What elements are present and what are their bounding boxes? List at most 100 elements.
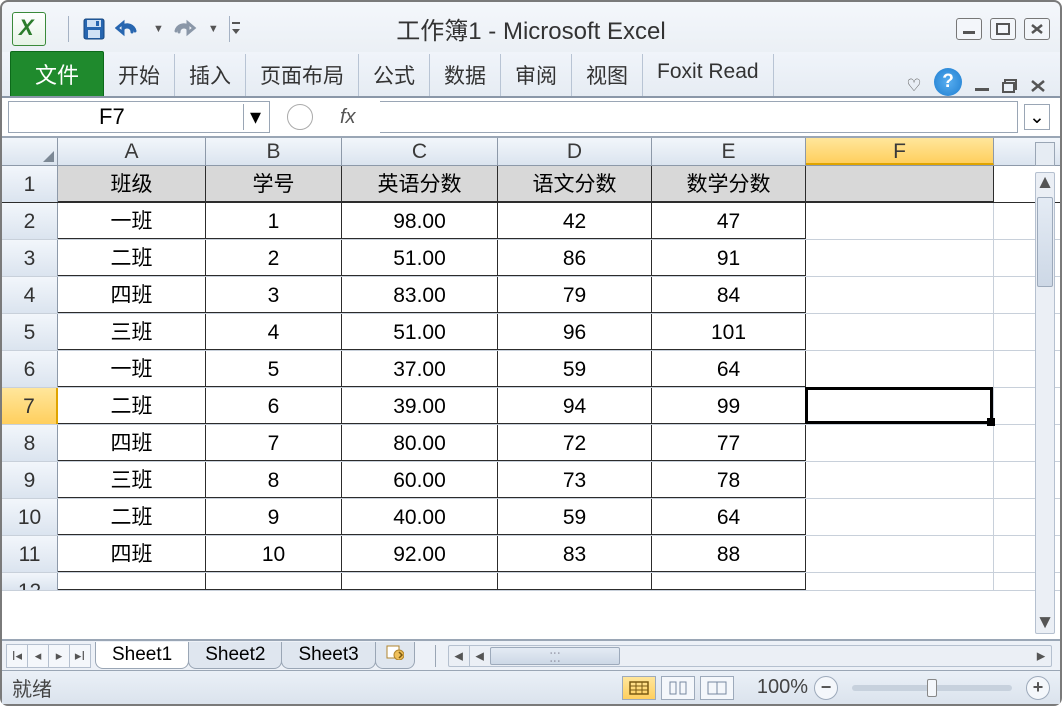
workbook-close-button[interactable]	[1027, 76, 1049, 96]
minimize-button[interactable]	[956, 18, 982, 40]
sheet-nav-last[interactable]: ▸I	[69, 644, 91, 668]
row-header-4[interactable]: 4	[2, 277, 58, 313]
cell-C12[interactable]	[342, 573, 498, 590]
customize-qat-button[interactable]	[229, 16, 243, 42]
cell-F11[interactable]	[806, 536, 994, 572]
sheet-nav-prev[interactable]: ◂	[27, 644, 49, 668]
cell-D1[interactable]: 语文分数	[498, 166, 652, 202]
cell-E12[interactable]	[652, 573, 806, 590]
sheet-tab-Sheet1[interactable]: Sheet1	[95, 642, 189, 669]
cell-D3[interactable]: 86	[498, 240, 652, 276]
cell-C1[interactable]: 英语分数	[342, 166, 498, 202]
cell-C9[interactable]: 60.00	[342, 462, 498, 498]
ribbon-heart-icon[interactable]: ♡	[903, 76, 925, 96]
row-header-5[interactable]: 5	[2, 314, 58, 350]
cell-F12[interactable]	[806, 573, 994, 590]
redo-dropdown[interactable]: ▼	[206, 23, 219, 35]
zoom-slider-thumb[interactable]	[927, 679, 937, 697]
help-icon[interactable]: ?	[934, 68, 962, 96]
row-header-8[interactable]: 8	[2, 425, 58, 461]
cell-B12[interactable]	[206, 573, 342, 590]
cell-F8[interactable]	[806, 425, 994, 461]
row-header-3[interactable]: 3	[2, 240, 58, 276]
name-box[interactable]: F7 ▾	[8, 101, 270, 133]
tab-公式[interactable]: 公式	[359, 54, 430, 96]
cell-E2[interactable]: 47	[652, 203, 806, 239]
cell-F10[interactable]	[806, 499, 994, 535]
row-header-11[interactable]: 11	[2, 536, 58, 572]
view-page-layout-button[interactable]	[661, 676, 695, 700]
vertical-scroll-thumb[interactable]	[1037, 197, 1053, 287]
cell-E1[interactable]: 数学分数	[652, 166, 806, 202]
cell-A12[interactable]	[58, 573, 206, 590]
column-header-B[interactable]: B	[206, 138, 342, 165]
cell-A9[interactable]: 三班	[58, 462, 206, 498]
cell-C10[interactable]: 40.00	[342, 499, 498, 535]
cell-A10[interactable]: 二班	[58, 499, 206, 535]
cell-E9[interactable]: 78	[652, 462, 806, 498]
cell-B11[interactable]: 10	[206, 536, 342, 572]
view-page-break-button[interactable]	[700, 676, 734, 700]
cell-E8[interactable]: 77	[652, 425, 806, 461]
column-header-F[interactable]: F	[806, 138, 994, 165]
cell-F6[interactable]	[806, 351, 994, 387]
cell-D6[interactable]: 59	[498, 351, 652, 387]
cell-C11[interactable]: 92.00	[342, 536, 498, 572]
add-sheet-button[interactable]	[375, 642, 415, 669]
redo-button[interactable]	[170, 14, 200, 44]
undo-button[interactable]	[115, 14, 145, 44]
cell-E6[interactable]: 64	[652, 351, 806, 387]
zoom-in-button[interactable]: +	[1026, 676, 1050, 700]
cell-F4[interactable]	[806, 277, 994, 313]
cell-F9[interactable]	[806, 462, 994, 498]
cell-A8[interactable]: 四班	[58, 425, 206, 461]
cell-B5[interactable]: 4	[206, 314, 342, 350]
cell-D12[interactable]	[498, 573, 652, 590]
cell-C7[interactable]: 39.00	[342, 388, 498, 424]
cell-C5[interactable]: 51.00	[342, 314, 498, 350]
expand-formula-bar-button[interactable]: ⌄	[1024, 104, 1050, 130]
cell-D4[interactable]: 79	[498, 277, 652, 313]
sheet-nav-next[interactable]: ▸	[48, 644, 70, 668]
cell-D10[interactable]: 59	[498, 499, 652, 535]
cell-A5[interactable]: 三班	[58, 314, 206, 350]
cell-B3[interactable]: 2	[206, 240, 342, 276]
select-all-corner[interactable]	[2, 138, 58, 165]
cell-E7[interactable]: 99	[652, 388, 806, 424]
cell-C2[interactable]: 98.00	[342, 203, 498, 239]
sheet-tab-Sheet3[interactable]: Sheet3	[281, 642, 375, 669]
cell-A2[interactable]: 一班	[58, 203, 206, 239]
zoom-slider[interactable]	[852, 685, 1012, 691]
cell-A6[interactable]: 一班	[58, 351, 206, 387]
scroll-left-inner[interactable]: ◂	[470, 646, 490, 666]
cell-F1[interactable]	[806, 166, 994, 202]
scroll-left-button[interactable]: ◂	[449, 646, 469, 666]
zoom-level[interactable]: 100%	[757, 676, 808, 699]
row-header-10[interactable]: 10	[2, 499, 58, 535]
horizontal-scrollbar[interactable]: ◂ ◂ ▸	[448, 645, 1052, 667]
cell-B7[interactable]: 6	[206, 388, 342, 424]
column-header-D[interactable]: D	[498, 138, 652, 165]
tab-页面布局[interactable]: 页面布局	[246, 54, 359, 96]
column-header-C[interactable]: C	[342, 138, 498, 165]
row-header-9[interactable]: 9	[2, 462, 58, 498]
cell-D9[interactable]: 73	[498, 462, 652, 498]
workbook-restore-button[interactable]	[999, 76, 1021, 96]
cell-C8[interactable]: 80.00	[342, 425, 498, 461]
horizontal-scroll-thumb[interactable]	[490, 647, 620, 665]
cell-C6[interactable]: 37.00	[342, 351, 498, 387]
cell-F5[interactable]	[806, 314, 994, 350]
vertical-scrollbar[interactable]: ▲ ▼	[1035, 172, 1055, 634]
tab-开始[interactable]: 开始	[104, 54, 175, 96]
vertical-split-handle[interactable]	[1035, 142, 1055, 166]
tab-Foxit Read[interactable]: Foxit Read	[643, 54, 774, 96]
cell-B8[interactable]: 7	[206, 425, 342, 461]
view-normal-button[interactable]	[622, 676, 656, 700]
excel-logo-icon[interactable]	[12, 12, 46, 46]
close-button[interactable]	[1024, 18, 1050, 40]
tab-插入[interactable]: 插入	[175, 54, 246, 96]
cell-A1[interactable]: 班级	[58, 166, 206, 202]
cell-D2[interactable]: 42	[498, 203, 652, 239]
column-header-A[interactable]: A	[58, 138, 206, 165]
fx-icon[interactable]: fx	[330, 106, 380, 129]
